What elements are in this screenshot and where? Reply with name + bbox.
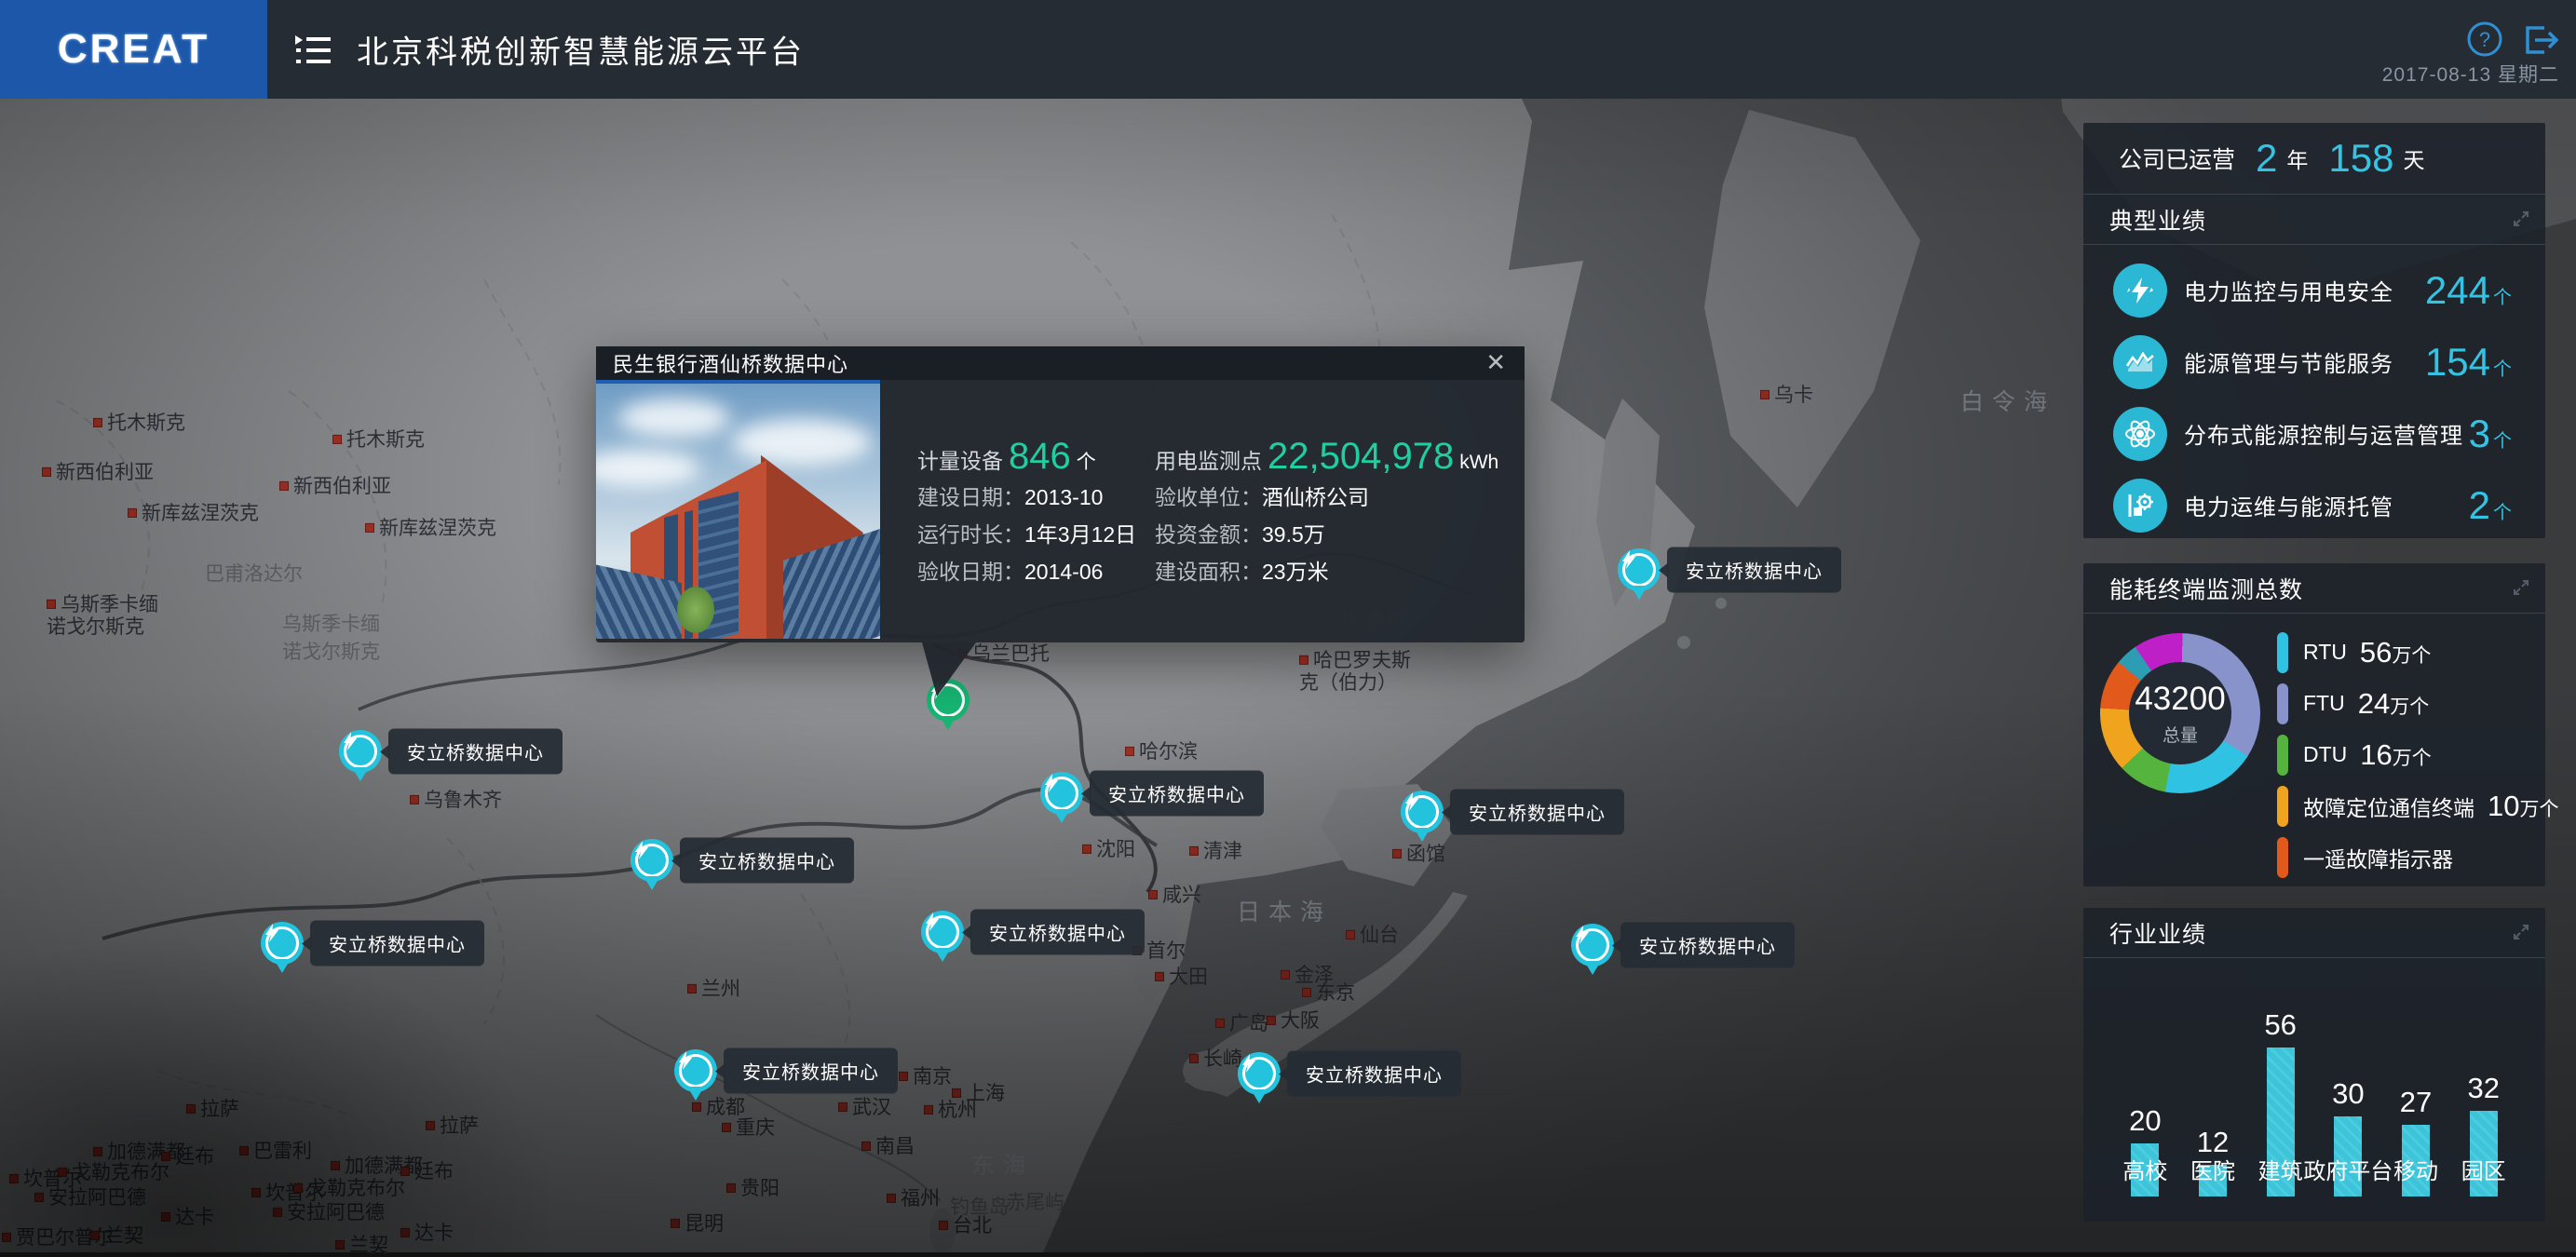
typical-performance-header: 典型业绩	[2083, 195, 2545, 245]
legend-swatch	[2277, 735, 2288, 776]
close-icon[interactable]: ✕	[1485, 348, 1506, 377]
legend-item-dtu: DTU 16万个	[2277, 729, 2536, 780]
datacenter-pin[interactable]	[1040, 772, 1083, 815]
datacenter-pin[interactable]	[1401, 791, 1444, 833]
datacenter-pin[interactable]	[630, 839, 673, 882]
detail-investment: 投资金额：39.5万	[1155, 517, 1325, 548]
dashboard-root: 托木斯克托木斯克新西伯利亚新西伯利亚新库兹涅茨克新库兹涅茨克巴甫洛达尔乌斯季卡缅…	[0, 0, 2576, 1252]
legend-swatch	[2277, 683, 2288, 724]
datacenter-pin-label[interactable]: 安立桥数据中心	[310, 921, 484, 966]
help-icon[interactable]: ?	[2466, 20, 2503, 62]
datacenter-popup: 民生银行酒仙桥数据中心 ✕ 计量设备 846 个 用电监测点 22,504,97…	[596, 346, 1525, 642]
popup-tail	[922, 642, 976, 696]
bar-government: 30 政府平台	[2314, 964, 2382, 1196]
datacenter-pin-label[interactable]: 安立桥数据中心	[1450, 790, 1624, 835]
datacenter-photo	[596, 380, 880, 639]
datacenter-pin-label[interactable]: 安立桥数据中心	[388, 729, 563, 775]
detail-run-duration: 运行时长：1年3月12日	[917, 517, 1136, 548]
datacenter-pin-label[interactable]: 安立桥数据中心	[724, 1048, 898, 1094]
datacenter-pin[interactable]	[1571, 924, 1614, 966]
datacenter-pin-label[interactable]: 安立桥数据中心	[1667, 547, 1841, 593]
legend-item-fault-indicator: 一遥故障指示器	[2277, 831, 2536, 883]
lightning-icon	[2113, 264, 2167, 318]
detail-acceptance-date: 验收日期：2014-06	[917, 554, 1103, 586]
legend-item-ftu: FTU 24万个	[2277, 678, 2536, 729]
datacenter-pin[interactable]	[261, 922, 304, 965]
expand-icon[interactable]	[2512, 578, 2530, 601]
creat-logo: CREAT	[0, 0, 267, 99]
popup-title: 民生银行酒仙桥数据中心	[613, 348, 848, 378]
expand-icon[interactable]	[2512, 210, 2530, 233]
expand-icon[interactable]	[2512, 923, 2530, 946]
list-item: 电力运维与能源托管 2个	[2083, 469, 2545, 541]
bar-universities: 20 高校	[2111, 964, 2179, 1196]
terminal-total-header: 能耗终端监测总数	[2083, 563, 2545, 614]
datacenter-pin[interactable]	[339, 730, 382, 773]
industry-bar-chart: 20 高校 12 医院 56 建筑 30 政府平台 27 移动 32 园区	[2111, 964, 2517, 1196]
datacenter-pin[interactable]	[921, 911, 964, 953]
detail-build-area: 建设面积：23万米	[1155, 554, 1329, 586]
svg-text:?: ?	[2479, 28, 2490, 51]
company-operation-stat: 公司已运营 2 年 158 天	[2083, 123, 2545, 195]
donut-center-total: 43200 总量	[2100, 633, 2260, 793]
logo-text: CREAT	[58, 26, 210, 73]
panel-typical-performance: 公司已运营 2 年 158 天 典型业绩 电力监控与用电安全 24	[2083, 123, 2545, 538]
stat-metering-devices: 计量设备 846 个	[917, 436, 1096, 478]
stat-power-monitoring: 用电监测点 22,504,978 kWh	[1155, 436, 1498, 478]
panel-industry-performance: 行业业绩 20 高校 12 医院 56 建筑 30 政府平台	[2083, 908, 2545, 1222]
atom-icon	[2113, 407, 2167, 461]
legend-item-rtu: RTU 56万个	[2277, 627, 2536, 678]
datacenter-pin[interactable]	[1618, 548, 1661, 591]
industry-performance-header: 行业业绩	[2083, 908, 2545, 958]
ops-gear-icon	[2113, 479, 2167, 533]
datacenter-pin-label[interactable]: 安立桥数据中心	[970, 910, 1145, 955]
datacenter-pin[interactable]	[674, 1049, 717, 1092]
page-title: 北京科税创新智慧能源云平台	[357, 27, 805, 73]
legend-swatch	[2277, 632, 2288, 673]
donut-legend: RTU 56万个 FTU 24万个 DTU 16万个 故障定位通信终端 10万个…	[2277, 627, 2536, 883]
list-item: 电力监控与用电安全 244个	[2083, 254, 2545, 326]
menu-list-icon[interactable]	[293, 34, 332, 72]
datacenter-pin-label[interactable]: 安立桥数据中心	[1090, 771, 1264, 817]
bar-hospitals: 12 医院	[2179, 964, 2247, 1196]
panel-terminal-total: 能耗终端监测总数 43200 总量 RTU 56万个 FTU 24万个	[2083, 563, 2545, 886]
detail-build-date: 建设日期：2013-10	[917, 480, 1103, 511]
bar-parks: 32 园区	[2449, 964, 2517, 1196]
legend-swatch	[2277, 837, 2288, 878]
date-display: 2017-08-13 星期二	[2382, 60, 2559, 88]
datacenter-pin-label[interactable]: 安立桥数据中心	[1287, 1051, 1461, 1097]
popup-titlebar: 民生银行酒仙桥数据中心 ✕	[596, 346, 1525, 380]
detail-acceptance-unit: 验收单位：酒仙桥公司	[1155, 480, 1369, 511]
datacenter-pin[interactable]	[1238, 1052, 1281, 1095]
list-item: 能源管理与节能服务 154个	[2083, 326, 2545, 398]
legend-swatch	[2277, 786, 2288, 827]
datacenter-pin-label[interactable]: 安立桥数据中心	[680, 838, 854, 884]
logout-icon[interactable]	[2520, 22, 2559, 62]
legend-item-fault-terminal: 故障定位通信终端 10万个	[2277, 780, 2536, 831]
datacenter-pin-label[interactable]: 安立桥数据中心	[1620, 923, 1795, 968]
list-item: 分布式能源控制与运营管理 3个	[2083, 398, 2545, 469]
energy-wave-icon	[2113, 335, 2167, 389]
typical-performance-list: 电力监控与用电安全 244个 能源管理与节能服务 154个	[2083, 245, 2545, 538]
top-bar: CREAT 北京科税创新智慧能源云平台 ? 2017-08-13 星期	[0, 0, 2576, 99]
